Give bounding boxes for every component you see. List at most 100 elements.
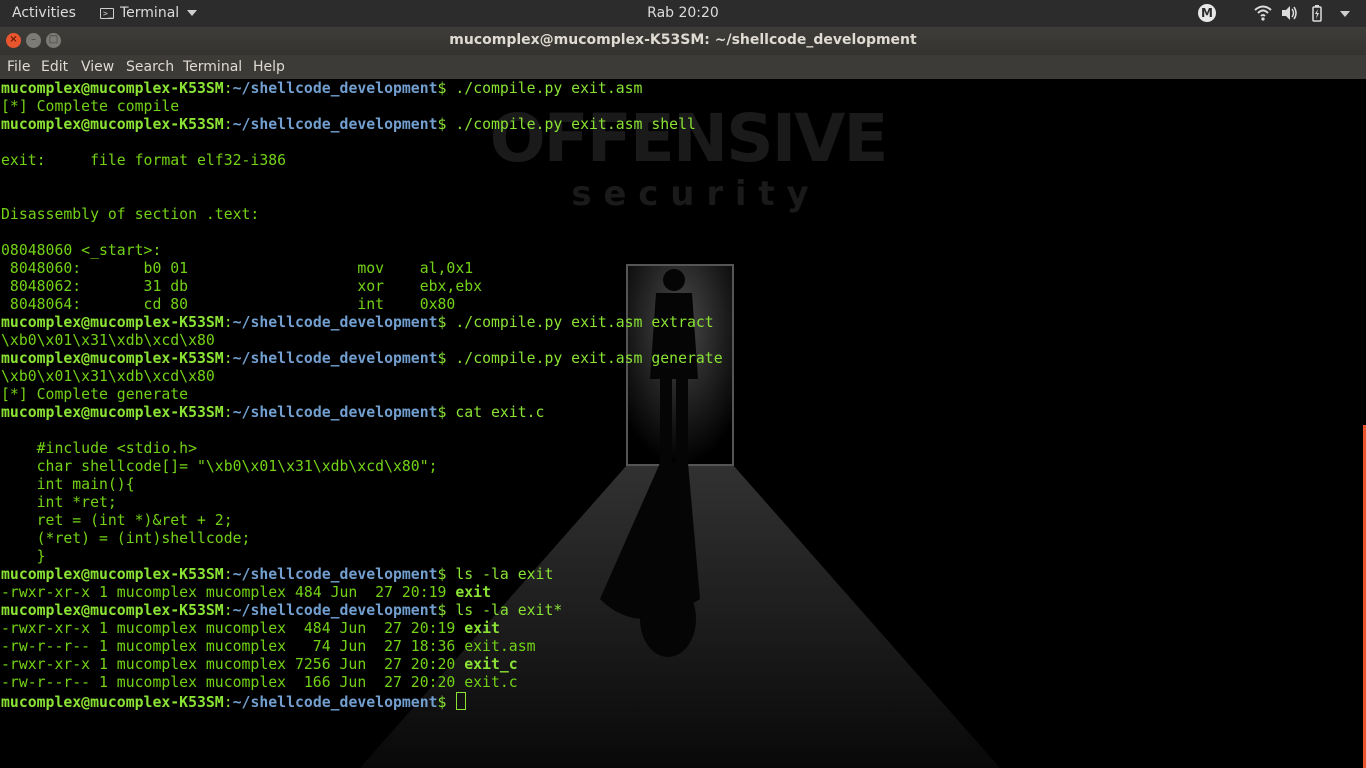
- prompt-user: mucomplex@mucomplex-K53SM: [1, 314, 224, 331]
- top-panel: Activities >_ Terminal Rab 20:20 M: [0, 0, 1366, 27]
- output-text: char shellcode[]= "\xb0\x01\x31\xdb\xcd\…: [1, 458, 438, 475]
- terminal-line: mucomplex@mucomplex-K53SM:~/shellcode_de…: [1, 116, 723, 134]
- terminal-line: mucomplex@mucomplex-K53SM:~/shellcode_de…: [1, 602, 723, 620]
- prompt-path: ~/shellcode_development: [232, 602, 438, 619]
- prompt-path: ~/shellcode_development: [232, 314, 438, 331]
- prompt-sign: $: [437, 404, 456, 421]
- terminal-line: mucomplex@mucomplex-K53SM:~/shellcode_de…: [1, 566, 723, 584]
- output-text: -rw-r--r-- 1 mucomplex mucomplex 74 Jun …: [1, 638, 536, 655]
- prompt-user: mucomplex@mucomplex-K53SM: [1, 350, 224, 367]
- terminal-line: mucomplex@mucomplex-K53SM:~/shellcode_de…: [1, 404, 723, 422]
- terminal-line: mucomplex@mucomplex-K53SM:~/shellcode_de…: [1, 692, 723, 711]
- prompt-sign: $: [437, 566, 456, 583]
- menu-view[interactable]: View: [81, 59, 114, 75]
- prompt-path: ~/shellcode_development: [232, 566, 438, 583]
- text-cursor[interactable]: [456, 692, 467, 710]
- output-text: int main(){: [1, 476, 135, 493]
- output-text: -rwxr-xr-x 1 mucomplex mucomplex 484 Jun…: [1, 584, 456, 601]
- output-text: 8048064: cd 80 int 0x80: [1, 296, 456, 313]
- app-menu-label: Terminal: [120, 5, 180, 21]
- output-text: Disassembly of section .text:: [1, 206, 260, 223]
- terminal-line: -rw-r--r-- 1 mucomplex mucomplex 166 Jun…: [1, 674, 723, 692]
- prompt-sign: $: [437, 116, 456, 133]
- terminal-line: mucomplex@mucomplex-K53SM:~/shellcode_de…: [1, 350, 723, 368]
- command-text: cat exit.c: [455, 404, 545, 421]
- prompt-user: mucomplex@mucomplex-K53SM: [1, 602, 224, 619]
- terminal-line: Disassembly of section .text:: [1, 206, 723, 224]
- power-caret-icon: [1340, 11, 1350, 17]
- window-title: mucomplex@mucomplex-K53SM: ~/shellcode_d…: [449, 32, 917, 48]
- terminal-output: mucomplex@mucomplex-K53SM:~/shellcode_de…: [1, 80, 723, 711]
- command-text: ./compile.py exit.asm extract: [455, 314, 714, 331]
- window-titlebar[interactable]: × – □ mucomplex@mucomplex-K53SM: ~/shell…: [0, 27, 1366, 55]
- output-text: int *ret;: [1, 494, 117, 511]
- output-text: }: [1, 548, 46, 565]
- terminal-icon: >_: [100, 7, 114, 19]
- prompt-user: mucomplex@mucomplex-K53SM: [1, 694, 224, 711]
- prompt-path: ~/shellcode_development: [232, 694, 438, 711]
- terminal-line: }: [1, 548, 723, 566]
- output-text: ret = (int *)&ret + 2;: [1, 512, 233, 529]
- terminal-line: mucomplex@mucomplex-K53SM:~/shellcode_de…: [1, 314, 723, 332]
- system-tray[interactable]: M: [1196, 0, 1366, 27]
- terminal-line: int main(){: [1, 476, 723, 494]
- prompt-user: mucomplex@mucomplex-K53SM: [1, 404, 224, 421]
- prompt-separator: :: [223, 566, 233, 583]
- prompt-path: ~/shellcode_development: [232, 350, 438, 367]
- output-text: \xb0\x01\x31\xdb\xcd\x80: [1, 332, 215, 349]
- terminal-line: \xb0\x01\x31\xdb\xcd\x80: [1, 368, 723, 386]
- prompt-separator: :: [223, 694, 233, 711]
- output-text: -rwxr-xr-x 1 mucomplex mucomplex 7256 Ju…: [1, 656, 465, 673]
- terminal-line: -rw-r--r-- 1 mucomplex mucomplex 74 Jun …: [1, 638, 723, 656]
- prompt-separator: :: [223, 314, 233, 331]
- prompt-user: mucomplex@mucomplex-K53SM: [1, 116, 224, 133]
- menu-file[interactable]: File: [7, 59, 30, 75]
- output-text: (*ret) = (int)shellcode;: [1, 530, 251, 547]
- command-text: ./compile.py exit.asm generate: [455, 350, 723, 367]
- output-text: 08048060 <_start>:: [1, 242, 162, 259]
- terminal-line: 8048060: b0 01 mov al,0x1: [1, 260, 723, 278]
- terminal-line: -rwxr-xr-x 1 mucomplex mucomplex 484 Jun…: [1, 620, 723, 638]
- terminal-line: exit: file format elf32-i386: [1, 152, 723, 170]
- menu-help[interactable]: Help: [253, 59, 285, 75]
- command-text: ls -la exit: [455, 566, 554, 583]
- terminal-line: \xb0\x01\x31\xdb\xcd\x80: [1, 332, 723, 350]
- output-text: exit: file format elf32-i386: [1, 152, 287, 169]
- output-text: [*] Complete compile: [1, 98, 180, 115]
- prompt-sign: $: [437, 80, 456, 97]
- volume-icon: [1282, 6, 1297, 20]
- terminal-line: ret = (int *)&ret + 2;: [1, 512, 723, 530]
- prompt-path: ~/shellcode_development: [232, 116, 438, 133]
- terminal-line: mucomplex@mucomplex-K53SM:~/shellcode_de…: [1, 80, 723, 98]
- clock[interactable]: Rab 20:20: [647, 5, 719, 21]
- prompt-sign: $: [437, 314, 456, 331]
- prompt-sign: $: [437, 350, 456, 367]
- prompt-separator: :: [223, 602, 233, 619]
- output-text: 8048062: 31 db xor ebx,ebx: [1, 278, 483, 295]
- executable-name: exit: [464, 620, 500, 637]
- command-text: ./compile.py exit.asm: [455, 80, 643, 97]
- prompt-path: ~/shellcode_development: [232, 80, 438, 97]
- executable-name: exit: [455, 584, 491, 601]
- command-text: ls -la exit*: [455, 602, 563, 619]
- menu-terminal[interactable]: Terminal: [183, 59, 242, 75]
- indicator-badge[interactable]: M: [1198, 4, 1216, 22]
- prompt-user: mucomplex@mucomplex-K53SM: [1, 80, 224, 97]
- chevron-down-icon: [187, 10, 198, 16]
- command-text: ./compile.py exit.asm shell: [455, 116, 696, 133]
- terminal-line: (*ret) = (int)shellcode;: [1, 530, 723, 548]
- menu-edit[interactable]: Edit: [41, 59, 68, 75]
- output-text: -rwxr-xr-x 1 mucomplex mucomplex 484 Jun…: [1, 620, 465, 637]
- prompt-separator: :: [223, 80, 233, 97]
- wifi-icon: [1254, 5, 1272, 21]
- terminal-line: #include <stdio.h>: [1, 440, 723, 458]
- menu-search[interactable]: Search: [126, 59, 174, 75]
- app-menu[interactable]: >_ Terminal: [100, 5, 198, 21]
- terminal-line: char shellcode[]= "\xb0\x01\x31\xdb\xcd\…: [1, 458, 723, 476]
- terminal-view[interactable]: OFFENSIVE s e c u r i t y mucomplex@muco…: [0, 79, 1366, 768]
- terminal-line: [*] Complete generate: [1, 386, 723, 404]
- prompt-separator: :: [223, 350, 233, 367]
- activities-button[interactable]: Activities: [12, 5, 76, 21]
